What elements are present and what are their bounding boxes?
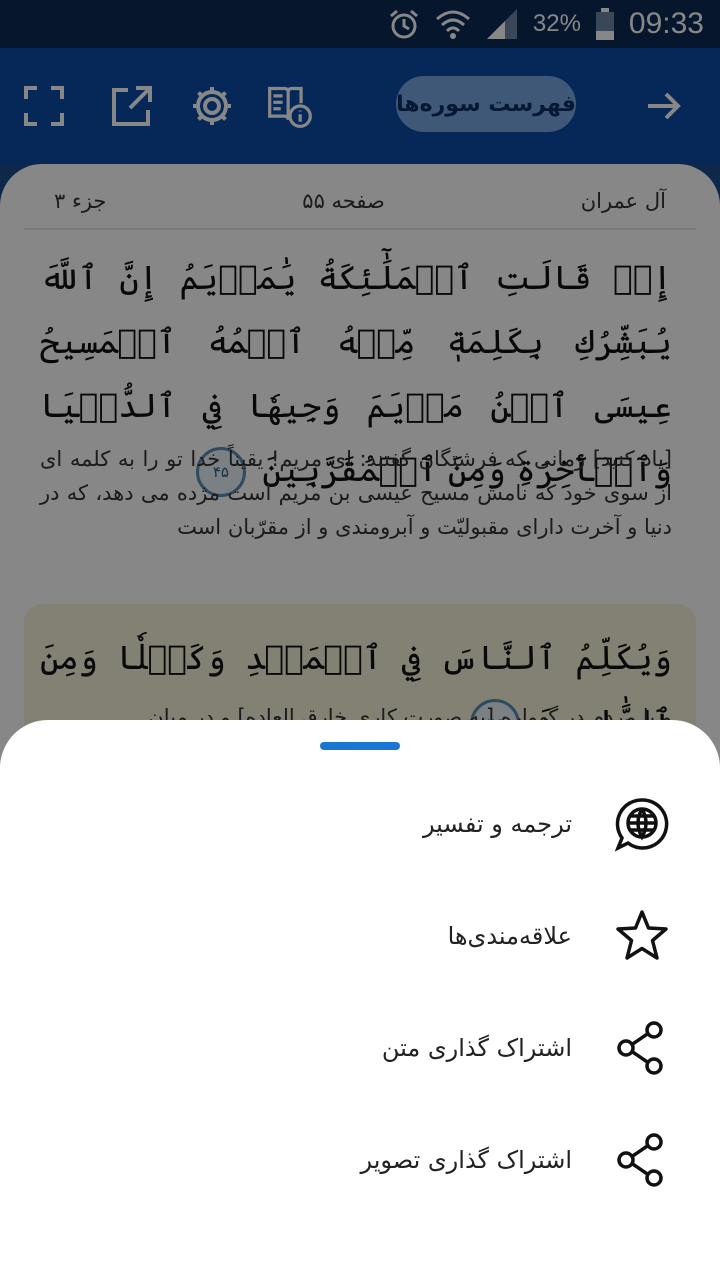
globe-chat-icon [614, 798, 669, 852]
menu-item-share-image[interactable]: اشتراک گذاری تصویر [0, 1104, 720, 1216]
menu-item-label: علاقه‌مندی‌ها [447, 922, 572, 950]
menu-item-label: اشتراک گذاری تصویر [360, 1146, 572, 1174]
drag-handle[interactable] [320, 742, 400, 750]
menu-item-favorites[interactable]: علاقه‌مندی‌ها [0, 880, 720, 992]
star-icon [616, 910, 668, 960]
share-icon [617, 1133, 663, 1187]
menu-item-label: اشتراک گذاری متن [381, 1034, 572, 1062]
share-icon [617, 1021, 663, 1075]
menu-item-label: ترجمه و تفسیر [422, 810, 572, 838]
menu-item-share-text[interactable]: اشتراک گذاری متن [0, 992, 720, 1104]
menu-item-translation[interactable]: ترجمه و تفسیر [0, 768, 720, 880]
bottom-sheet: ترجمه و تفسیر علاقه‌مندی‌ها اشتراک گذاری… [0, 720, 720, 1280]
